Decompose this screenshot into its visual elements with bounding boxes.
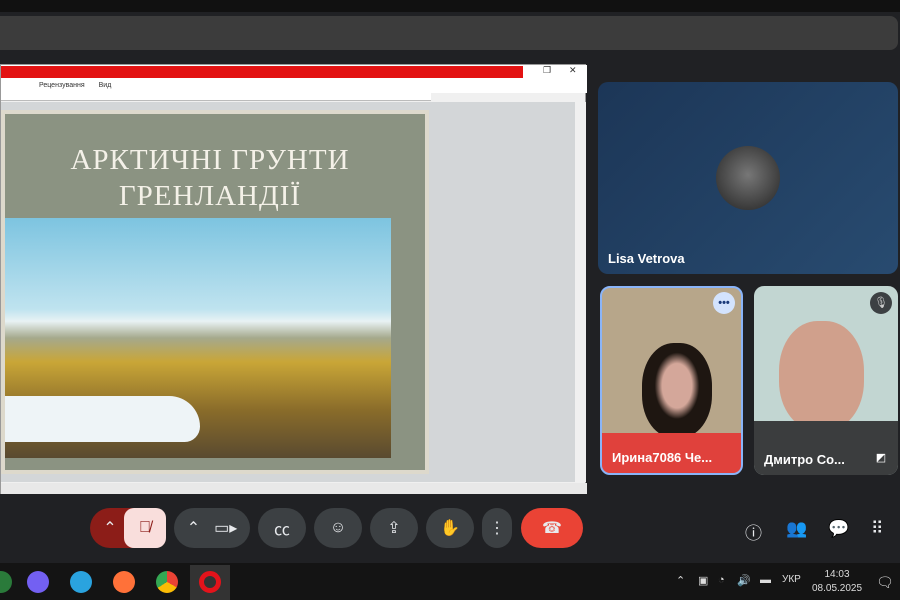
wifi-icon[interactable]: ◔ [718, 574, 725, 586]
notifications-icon[interactable]: 🗨 [876, 574, 894, 591]
emoji-button[interactable]: ☺ [314, 508, 362, 548]
present-button[interactable]: ⇪ [370, 508, 418, 548]
participant-video [779, 321, 864, 431]
participant-tile-lisa[interactable]: Lisa Vetrova [598, 82, 898, 274]
camera-button[interactable]: ⌃ ▭▸ [174, 508, 250, 548]
browser-top-bar [0, 0, 900, 12]
title-bar: ❐ ✕ [1, 65, 587, 79]
menu-view[interactable]: Вид [99, 82, 112, 90]
avatar [716, 146, 780, 210]
ribbon-menu: Рецензування Вид [1, 79, 587, 93]
opera-taskbar-active[interactable] [190, 565, 230, 600]
ruler [1, 93, 431, 101]
restore-icon[interactable]: ❐ [543, 65, 551, 76]
chrome-icon[interactable] [156, 571, 178, 593]
date: 08.05.2025 [812, 583, 863, 594]
activities-icon[interactable]: ⠿ [871, 519, 883, 539]
participant-name: Ирина7086 Че... [612, 450, 713, 465]
ice-block [5, 396, 200, 442]
present-icon: ⇪ [387, 520, 401, 537]
title-highlight [1, 66, 523, 78]
slide-title-line2: ГРЕНЛАНДІЇ [118, 180, 302, 212]
tray-chevron-icon[interactable]: ⌃ [676, 574, 685, 587]
status-bar [1, 483, 587, 494]
captions-icon: ㏄ [273, 522, 290, 539]
participant-tile-iryna[interactable]: ••• Ирина7086 Че... [600, 286, 743, 475]
end-call-button[interactable]: ☎ [521, 508, 583, 548]
pip-icon[interactable]: ◩ [870, 447, 892, 469]
time: 14:03 [824, 569, 850, 580]
mic-off-icon: 🎙̸ [139, 519, 151, 536]
participant-name: Lisa Vetrova [608, 251, 685, 266]
people-icon[interactable]: 👥 [786, 519, 807, 539]
mic-toggle-button[interactable]: 🎙̸ [124, 508, 166, 548]
more-button[interactable]: ⋮ [482, 508, 512, 548]
hand-icon: ✋ [440, 520, 460, 537]
viber-icon[interactable] [27, 571, 49, 593]
tundra-photo [5, 218, 391, 458]
more-options-icon[interactable]: ••• [713, 292, 735, 314]
clock[interactable]: 14:03 08.05.2025 [812, 568, 862, 596]
more-vert-icon: ⋮ [489, 520, 505, 537]
participant-tile-dmytro[interactable]: 🎙 ◩ Дмитро Со... [754, 286, 898, 475]
firefox-icon[interactable] [113, 571, 135, 593]
camera-icon: ▭▸ [214, 520, 238, 537]
info-icon[interactable]: ⓘ [745, 519, 762, 544]
opera-icon [199, 571, 221, 593]
close-icon[interactable]: ✕ [569, 65, 577, 76]
raise-hand-button[interactable]: ✋ [426, 508, 474, 548]
volume-icon[interactable]: 🔊 [737, 574, 751, 587]
language-indicator[interactable]: УКР [782, 574, 801, 585]
phone-hangup-icon: ☎ [542, 520, 562, 537]
slide: АРКТИЧНІ ГРУНТИ ГРЕНЛАНДІЇ [1, 110, 429, 474]
participant-video [642, 343, 712, 438]
menu-review[interactable]: Рецензування [39, 82, 85, 90]
chevron-up-icon: ⌃ [186, 520, 201, 537]
chat-icon[interactable]: 💬 [828, 519, 849, 539]
shared-powerpoint-window: ❐ ✕ Рецензування Вид АРКТИЧНІ ГРУНТИ ГРЕ… [0, 64, 587, 494]
slide-title: АРКТИЧНІ ГРУНТИ ГРЕНЛАНДІЇ [5, 142, 415, 214]
mic-off-icon: 🎙 [870, 292, 892, 314]
captions-button[interactable]: ㏄ [258, 508, 306, 548]
browser-address-bar[interactable] [0, 16, 898, 50]
participant-name: Дмитро Со... [764, 452, 845, 467]
chevron-up-icon: ⌃ [103, 520, 117, 537]
vertical-scrollbar[interactable] [576, 102, 586, 482]
slide-title-line1: АРКТИЧНІ ГРУНТИ [70, 144, 350, 176]
meet-tray-icon[interactable]: ▣ [698, 574, 708, 587]
telegram-icon[interactable] [70, 571, 92, 593]
emoji-icon: ☺ [329, 519, 347, 536]
slide-canvas: АРКТИЧНІ ГРУНТИ ГРЕНЛАНДІЇ [1, 102, 575, 482]
battery-icon[interactable]: ▬ [760, 574, 771, 586]
